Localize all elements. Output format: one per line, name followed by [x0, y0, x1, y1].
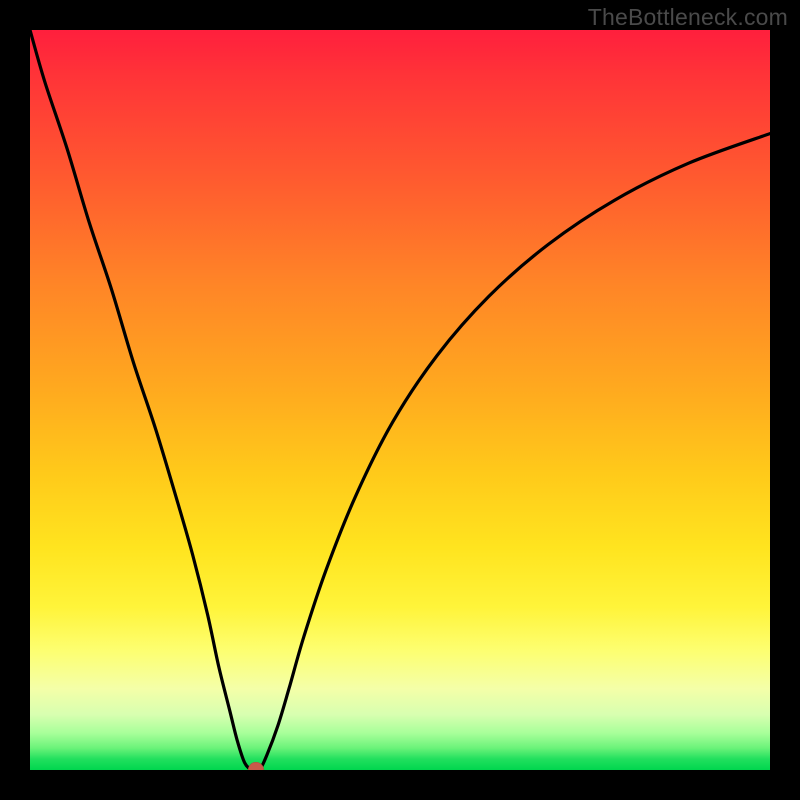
bottleneck-curve — [30, 30, 770, 770]
watermark-text: TheBottleneck.com — [588, 4, 788, 31]
plot-area — [30, 30, 770, 770]
curve-path — [30, 30, 770, 770]
chart-frame: TheBottleneck.com — [0, 0, 800, 800]
